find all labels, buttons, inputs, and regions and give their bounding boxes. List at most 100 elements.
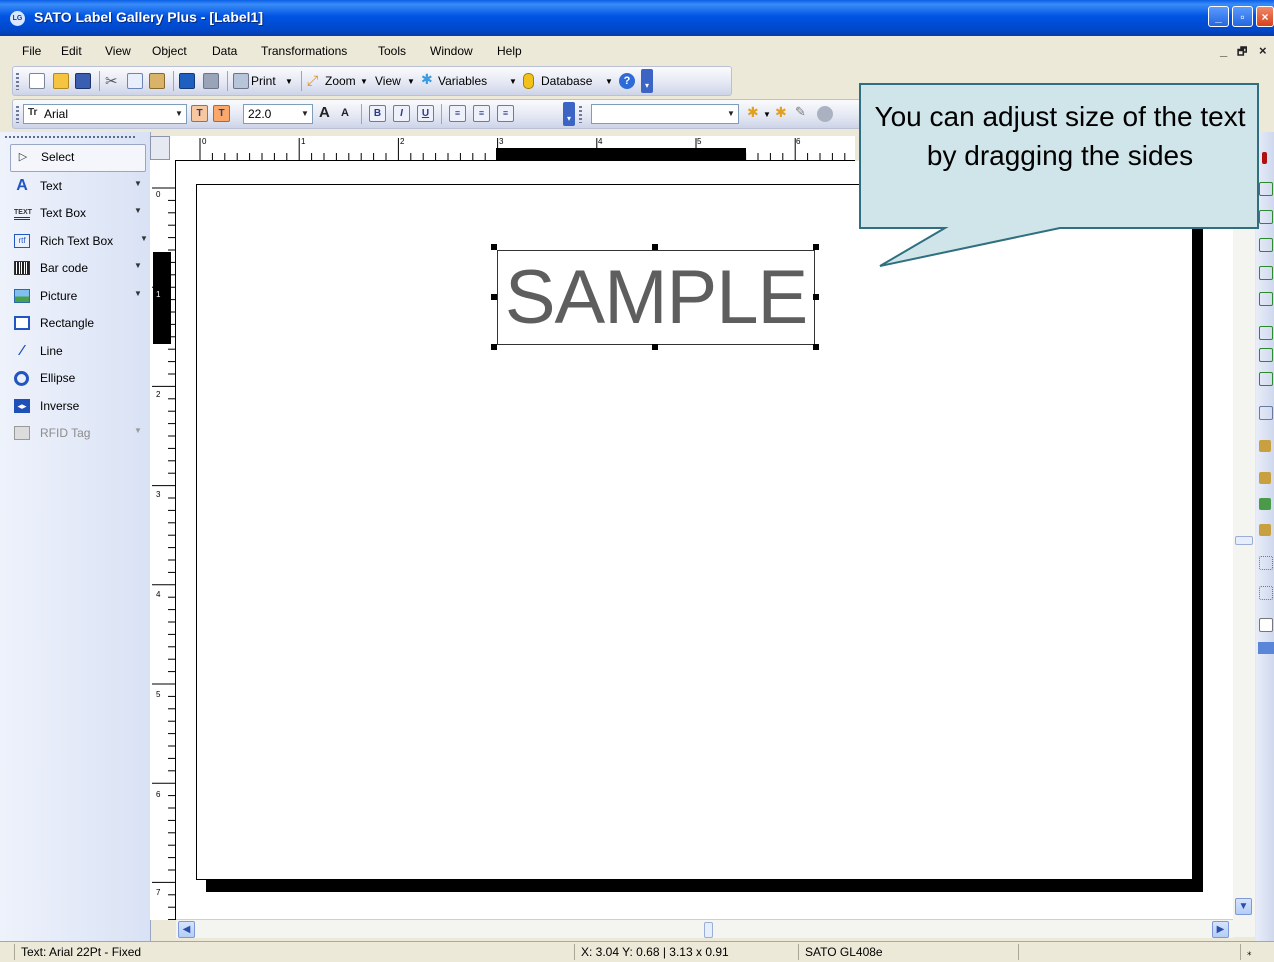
text-autosize-button[interactable]: T	[213, 105, 230, 122]
toolbox-grip[interactable]	[5, 136, 135, 138]
align-top-icon[interactable]	[1259, 266, 1273, 280]
mdi-minimize-button[interactable]: _	[1220, 43, 1227, 58]
chevron-down-icon[interactable]: ▼	[360, 77, 368, 86]
menu-file[interactable]: File	[22, 44, 41, 58]
chevron-down-icon[interactable]: ▼	[134, 206, 142, 215]
redo-icon[interactable]	[203, 73, 219, 89]
underline-button[interactable]: U	[417, 105, 434, 122]
wizard-icon[interactable]: ✱	[747, 104, 759, 121]
undo-icon[interactable]	[179, 73, 195, 89]
align-center-button[interactable]: ≡	[473, 105, 490, 122]
chevron-down-icon[interactable]: ▼	[285, 77, 293, 86]
variable-combo[interactable]: ▼	[591, 104, 739, 124]
resize-handle-top[interactable]	[652, 244, 658, 250]
minimize-button[interactable]: _	[1208, 6, 1229, 27]
tool-rfid-tag[interactable]: RFID Tag ▼	[12, 421, 146, 445]
copy-icon[interactable]	[127, 73, 143, 89]
cut-icon[interactable]: ✂	[105, 72, 118, 90]
resize-handle-top-right[interactable]	[813, 244, 819, 250]
vertical-scrollbar[interactable]: ▼	[1233, 160, 1255, 937]
database-connect-icon[interactable]	[817, 106, 833, 122]
grow-font-button[interactable]: A	[319, 104, 330, 121]
bold-button[interactable]: B	[369, 105, 386, 122]
toolbar-grip[interactable]	[579, 106, 582, 123]
align-left-icon[interactable]	[1259, 182, 1273, 196]
chevron-down-icon[interactable]: ▼	[298, 105, 312, 123]
toolbar-grip[interactable]	[16, 106, 19, 123]
shrink-font-button[interactable]: A	[341, 107, 349, 119]
size-grip[interactable]: ⁎	[1240, 944, 1274, 960]
menu-view[interactable]: View	[105, 44, 131, 58]
italic-button[interactable]: I	[393, 105, 410, 122]
tool-ellipse[interactable]: Ellipse	[12, 366, 146, 390]
paste-icon[interactable]	[149, 73, 165, 89]
zoom-button[interactable]: Zoom	[325, 74, 356, 88]
tool-rectangle[interactable]: Rectangle	[12, 311, 146, 335]
ruler-corner-button[interactable]	[150, 136, 170, 160]
align-bottom-icon[interactable]	[1259, 326, 1273, 340]
toolbar-overflow-button[interactable]: ▾	[563, 102, 575, 126]
chevron-down-icon[interactable]: ▼	[605, 77, 613, 86]
align-center-icon[interactable]	[1259, 210, 1273, 224]
chevron-down-icon[interactable]: ▼	[407, 77, 415, 86]
align-right-icon[interactable]	[1259, 238, 1273, 252]
font-size-combo[interactable]: 22.0 ▼	[243, 104, 313, 124]
align-middle-icon[interactable]	[1259, 292, 1273, 306]
horizontal-scroll-thumb[interactable]	[704, 922, 713, 938]
variables-button[interactable]: Variables	[438, 74, 487, 88]
menu-data[interactable]: Data	[212, 44, 237, 58]
menu-tools[interactable]: Tools	[378, 44, 406, 58]
chevron-down-icon[interactable]: ▼	[724, 105, 738, 123]
view-button[interactable]: View	[375, 74, 401, 88]
resize-handle-bottom-right[interactable]	[813, 344, 819, 350]
menu-transformations[interactable]: Transformations	[261, 44, 347, 58]
menu-window[interactable]: Window	[430, 44, 473, 58]
text-fit-button[interactable]: T	[191, 105, 208, 122]
chevron-down-icon[interactable]: ▼	[134, 426, 142, 435]
print-icon[interactable]	[233, 73, 249, 89]
resize-handle-right[interactable]	[813, 294, 819, 300]
mdi-restore-button[interactable]: 🗗	[1237, 43, 1247, 62]
tool-text-box[interactable]: TEXT Text Box ▼	[12, 201, 146, 225]
tool-line[interactable]: ⁄ Line	[12, 339, 146, 363]
toolbar-grip[interactable]	[16, 73, 19, 90]
align-icon[interactable]	[1262, 152, 1267, 164]
restore-button[interactable]: ▫	[1232, 6, 1253, 27]
group-icon[interactable]	[1259, 498, 1271, 510]
horizontal-scrollbar[interactable]: ◀ ▶	[176, 919, 1233, 938]
open-icon[interactable]	[53, 73, 69, 89]
chevron-down-icon[interactable]: ▼	[509, 77, 517, 86]
ungroup-icon[interactable]	[1259, 524, 1271, 536]
resize-handle-bottom[interactable]	[652, 344, 658, 350]
scroll-left-button[interactable]: ◀	[178, 921, 195, 938]
scroll-down-button[interactable]: ▼	[1235, 898, 1252, 915]
chevron-down-icon[interactable]: ▼	[140, 234, 148, 243]
toolbar-overflow-button[interactable]	[1258, 642, 1274, 654]
tool-inverse[interactable]: ◂▸ Inverse	[12, 394, 146, 418]
properties-icon[interactable]	[1259, 618, 1273, 632]
tool-bar-code[interactable]: Bar code ▼	[12, 256, 146, 280]
menu-object[interactable]: Object	[152, 44, 187, 58]
chevron-down-icon[interactable]: ▼	[134, 261, 142, 270]
mdi-close-button[interactable]: ×	[1259, 43, 1267, 58]
chevron-down-icon[interactable]: ▼	[134, 289, 142, 298]
new-icon[interactable]	[29, 73, 45, 89]
title-bar[interactable]: LG SATO Label Gallery Plus - [Label1] _ …	[0, 0, 1274, 36]
chevron-down-icon[interactable]: ▼	[134, 179, 142, 188]
tool-text[interactable]: A Text ▼	[12, 174, 146, 198]
save-icon[interactable]	[75, 73, 91, 89]
close-button[interactable]: ×	[1256, 6, 1274, 27]
align-left-button[interactable]: ≡	[449, 105, 466, 122]
tool-rich-text-box[interactable]: rtf Rich Text Box ▼	[12, 229, 148, 253]
scroll-right-button[interactable]: ▶	[1212, 921, 1229, 938]
database-button[interactable]: Database	[541, 74, 592, 88]
send-back-icon[interactable]	[1259, 472, 1271, 484]
distribute-icon[interactable]	[1259, 348, 1273, 362]
menu-edit[interactable]: Edit	[61, 44, 82, 58]
menu-help[interactable]: Help	[497, 44, 522, 58]
tool-select[interactable]: ▷ Select	[10, 144, 146, 172]
resize-handle-left[interactable]	[491, 294, 497, 300]
vertical-scroll-thumb[interactable]	[1235, 536, 1253, 545]
resize-handle-top-left[interactable]	[491, 244, 497, 250]
new-variable-icon[interactable]: ✱	[775, 104, 787, 121]
